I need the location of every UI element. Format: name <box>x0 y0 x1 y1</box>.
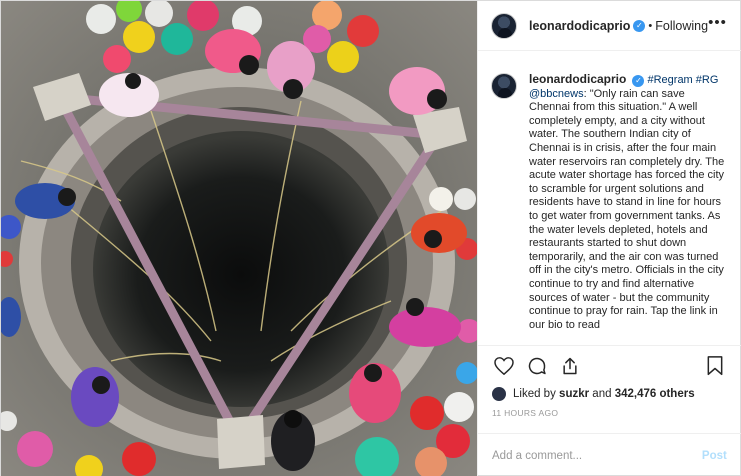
comments-section: leonardodicaprio ✓ #Regram #RG @bbcnews:… <box>478 51 741 345</box>
likes-prefix: Liked by <box>513 388 556 400</box>
share-button[interactable] <box>558 354 582 378</box>
likes-summary: Liked by suzkr and 342,476 others <box>478 385 741 403</box>
bookmark-icon <box>707 355 723 375</box>
caption-author-avatar[interactable] <box>491 73 517 99</box>
liker-avatar[interactable] <box>492 387 506 401</box>
following-button[interactable]: Following <box>655 19 708 33</box>
likes-joiner: and <box>592 388 612 400</box>
header-separator: • <box>648 19 653 32</box>
likes-count[interactable]: 342,476 others <box>615 388 695 400</box>
post-side-panel: leonardodicaprio ✓ • Following ••• leona… <box>477 1 741 476</box>
share-icon <box>563 357 577 374</box>
comment-input[interactable] <box>492 449 702 462</box>
well-photo-illustration <box>1 1 477 476</box>
verified-badge-icon: ✓ <box>633 19 646 32</box>
caption-hashtags[interactable]: #Regram #RG <box>647 74 718 86</box>
post-comment-button[interactable]: Post <box>702 450 727 462</box>
more-options-icon[interactable]: ••• <box>708 15 727 36</box>
heart-icon <box>494 356 514 375</box>
liker-username[interactable]: suzkr <box>559 388 589 400</box>
post-photo[interactable] <box>1 1 477 476</box>
save-button[interactable] <box>703 354 727 378</box>
author-username[interactable]: leonardodicaprio <box>529 19 630 33</box>
comment-button[interactable] <box>525 354 549 378</box>
caption-text: : "Only rain can save Chennai from this … <box>529 87 725 331</box>
add-comment-bar: Post <box>478 433 741 476</box>
author-avatar[interactable] <box>491 12 517 39</box>
post-actions-bar <box>478 345 741 385</box>
post-timestamp[interactable]: 11 HOURS AGO <box>478 403 741 433</box>
instagram-post-modal: leonardodicaprio ✓ • Following ••• leona… <box>0 0 741 476</box>
post-header: leonardodicaprio ✓ • Following ••• <box>478 1 741 51</box>
post-caption: leonardodicaprio ✓ #Regram #RG @bbcnews:… <box>529 72 725 345</box>
caption-verified-icon: ✓ <box>632 74 645 87</box>
caption-mention[interactable]: @bbcnews <box>529 88 584 100</box>
caption-username[interactable]: leonardodicaprio <box>529 72 626 86</box>
comment-icon <box>528 357 546 374</box>
like-button[interactable] <box>492 354 516 378</box>
